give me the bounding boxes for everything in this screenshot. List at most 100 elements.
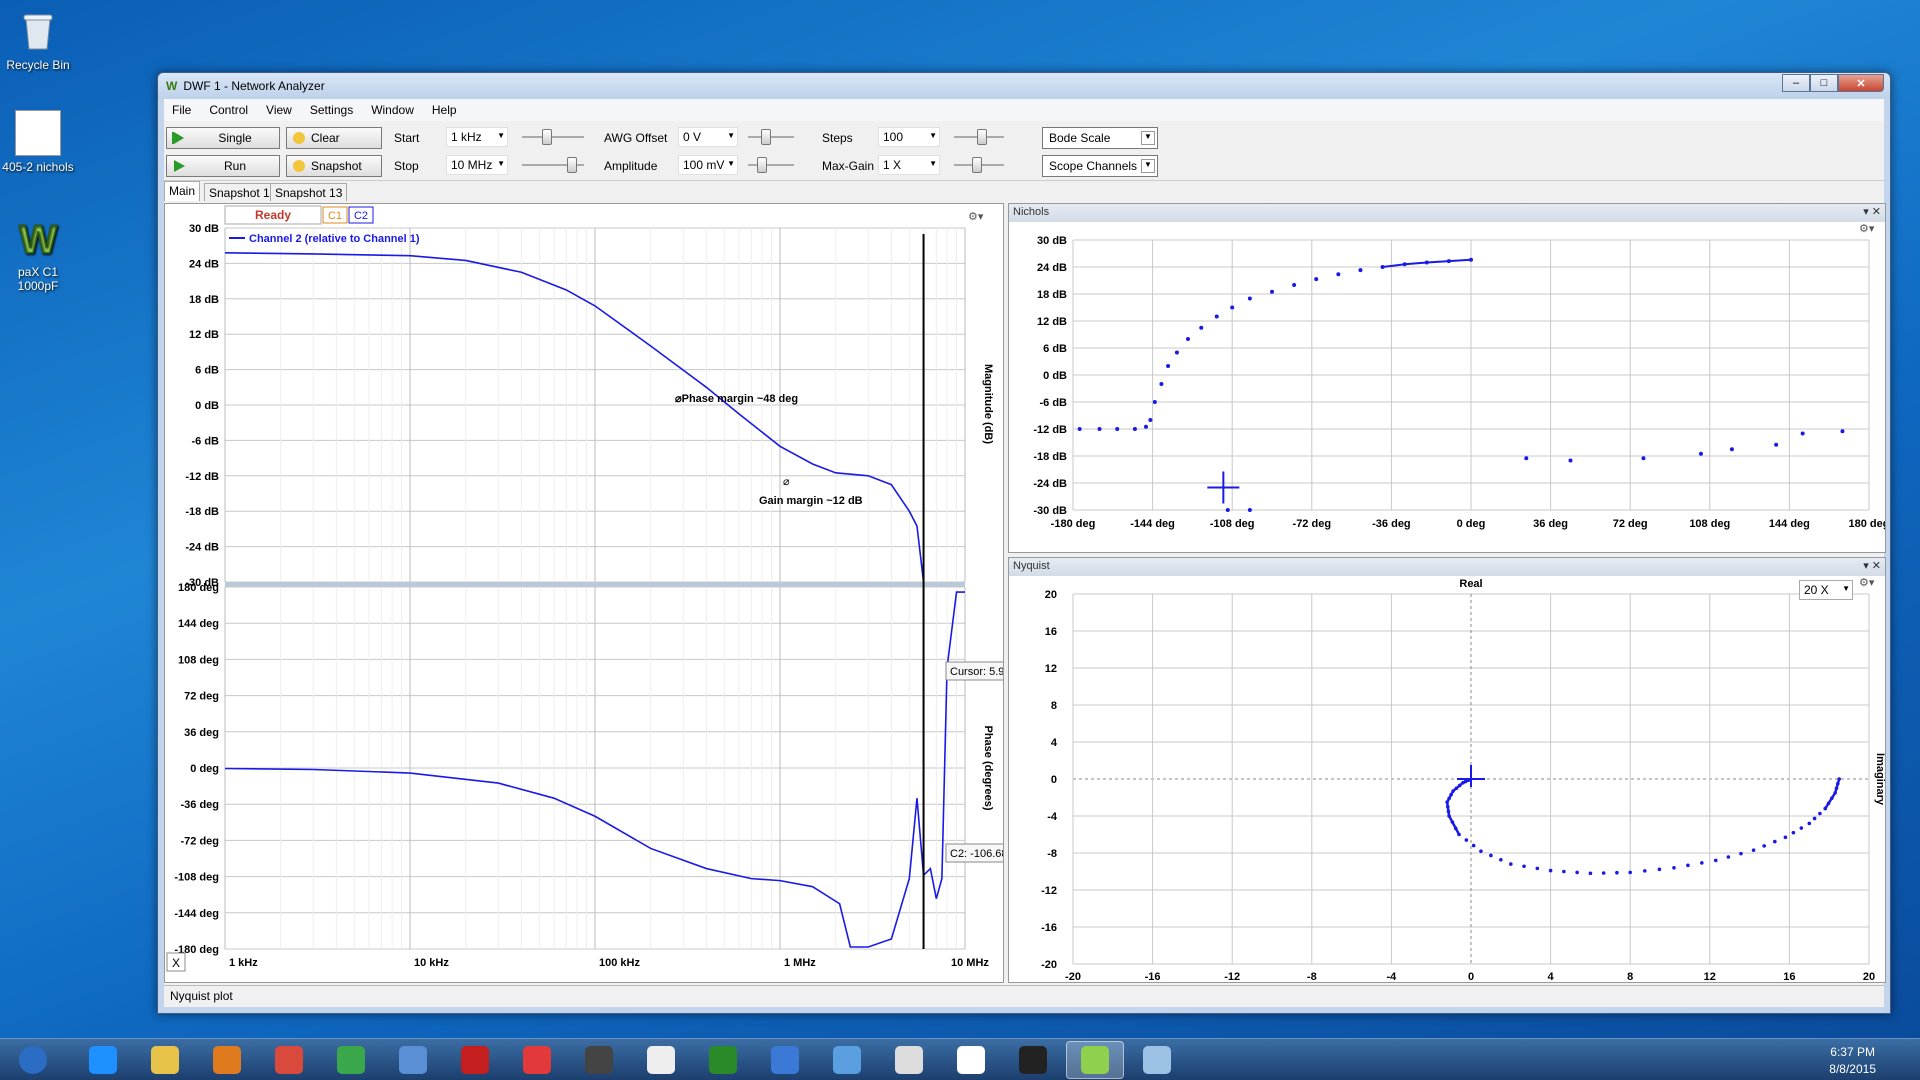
start-combo[interactable]: 1 kHz ▼ (446, 127, 508, 147)
tab-snapshot-13[interactable]: Snapshot 13 (270, 183, 348, 201)
nyquist-point (1628, 870, 1632, 875)
menu-window[interactable]: Window (371, 103, 414, 117)
taskbar-notepad[interactable] (880, 1041, 938, 1079)
close-icon[interactable]: ▾ ✕ (1863, 205, 1881, 218)
steps-combo[interactable]: 100 ▼ (878, 127, 940, 147)
toolbar: Single Run Clear Snapshot Start 1 kHz ▼ S… (164, 121, 1884, 181)
menu-control[interactable]: Control (209, 103, 248, 117)
nichols-point (1698, 451, 1703, 456)
close-button[interactable]: ✕ (1838, 74, 1884, 92)
scope-channels-dropdown[interactable]: Scope Channels ▼ (1042, 155, 1158, 177)
chevron-down-icon: ▼ (497, 131, 505, 140)
amplitude-slider[interactable] (748, 155, 794, 175)
menu-settings[interactable]: Settings (310, 103, 353, 117)
nichols-point (1174, 350, 1179, 355)
clear-button[interactable]: Clear (286, 127, 382, 149)
awg-offset-slider[interactable] (748, 127, 794, 147)
taskbar-utility[interactable] (322, 1041, 380, 1079)
stop-combo[interactable]: 10 MHz ▼ (446, 155, 508, 175)
clock[interactable]: 6:37 PM 8/8/2015 (1829, 1044, 1876, 1078)
taskbar-explorer[interactable] (136, 1041, 194, 1079)
chevron-down-icon: ▼ (929, 159, 937, 168)
nichols-point (1800, 431, 1805, 436)
steps-slider[interactable] (954, 127, 1004, 147)
amplitude-combo[interactable]: 100 mV ▼ (678, 155, 738, 175)
nyquist-x-tick: 16 (1783, 971, 1795, 982)
nyquist-x-tick: -16 (1145, 971, 1161, 982)
awg-offset-combo[interactable]: 0 V ▼ (678, 127, 738, 147)
desktop-icon-nichols[interactable]: 405-2 nichols (0, 110, 76, 174)
menu-file[interactable]: File (172, 103, 191, 117)
title-bar[interactable]: W DWF 1 - Network Analyzer ‒ □ ✕ (158, 73, 1890, 99)
taskbar-chrome[interactable] (260, 1041, 318, 1079)
nyquist-point (1601, 871, 1606, 875)
maximize-button[interactable]: □ (1810, 74, 1838, 92)
nyquist-y-tick: -16 (1041, 922, 1057, 934)
taskbar-waveforms[interactable] (1066, 1041, 1124, 1079)
bode-scale-dropdown[interactable]: Bode Scale ▼ (1042, 127, 1158, 149)
nichols-x-tick: -36 deg (1372, 518, 1411, 530)
nyquist-point (1588, 871, 1593, 876)
stop-slider[interactable] (522, 155, 584, 175)
taskbar-spreadsheet[interactable] (942, 1041, 1000, 1079)
nichols-x-tick: -72 deg (1293, 518, 1332, 530)
mag-tick-label: 6 dB (195, 365, 219, 377)
nichols-point (1774, 442, 1779, 447)
taskbar-ccleaner[interactable] (508, 1041, 566, 1079)
nyquist-point (1672, 866, 1676, 870)
nichols-point (1270, 289, 1274, 294)
nyquist-point (1751, 848, 1756, 853)
taskbar-network[interactable] (384, 1041, 442, 1079)
desktop-icon-recycle-bin[interactable]: Recycle Bin (0, 8, 76, 72)
desktop-icon-pax[interactable]: W paX C1 1000pF (0, 215, 76, 293)
taskbar-gamer[interactable] (694, 1041, 752, 1079)
maxgain-combo[interactable]: 1 X ▼ (878, 155, 940, 175)
imaginary-axis-label: Imaginary (1874, 753, 1885, 806)
nyquist-point (1657, 867, 1662, 872)
mag-tick-label: 30 dB (189, 223, 219, 235)
taskbar-prism[interactable] (632, 1041, 690, 1079)
menu-view[interactable]: View (266, 103, 292, 117)
taskbar-acrobat[interactable] (446, 1041, 504, 1079)
nyquist-zoom-combo[interactable]: 20 X ▼ (1799, 580, 1853, 600)
taskbar-ie[interactable] (74, 1041, 132, 1079)
status-text: Ready (255, 208, 291, 222)
menu-help[interactable]: Help (432, 103, 457, 117)
nyquist-point (1686, 863, 1690, 868)
notepad-icon (895, 1046, 923, 1074)
taskbar-scope[interactable] (1004, 1041, 1062, 1079)
desktop-icon-label: Recycle Bin (6, 58, 70, 72)
nyquist-point (1562, 869, 1566, 874)
nichols-point (1230, 305, 1235, 310)
taskbar-globe[interactable] (818, 1041, 876, 1079)
mag-tick-label: 24 dB (189, 258, 219, 270)
play-icon (174, 160, 185, 172)
nichols-header: Nichols ▾ ✕ (1009, 204, 1885, 222)
nyquist-panel: Nyquist ▾ ✕ 20 16 12 8 4 0 -4 -8 -12 -16 -20 -20 -16 -… (1008, 557, 1886, 983)
taskbar-rapid[interactable] (756, 1041, 814, 1079)
run-button[interactable]: Run (166, 155, 280, 177)
taskbar-media-player[interactable] (198, 1041, 256, 1079)
recycle-bin-icon (15, 8, 61, 54)
nichols-point (1292, 283, 1297, 287)
cursor-tooltip-text: Cursor: 5.97 MHz (950, 666, 1003, 678)
nichols-plot: 30 dB 24 dB 18 dB 12 dB 6 dB 0 dB -6 dB -12 dB -… (1033, 223, 1885, 530)
taskbar-steps[interactable] (570, 1041, 628, 1079)
clock-date: 8/8/2015 (1829, 1062, 1876, 1076)
tab-main[interactable]: Main (164, 181, 201, 201)
maxgain-slider[interactable] (954, 155, 1004, 175)
nichols-y-tick: -24 dB (1033, 478, 1067, 490)
nyquist-point (1700, 861, 1704, 865)
nyquist-point (1489, 853, 1493, 858)
minimize-button[interactable]: ‒ (1782, 74, 1810, 92)
start-slider[interactable] (522, 127, 584, 147)
single-button[interactable]: Single (166, 127, 280, 149)
phase-tick-label: -144 deg (174, 908, 219, 920)
snapshot-button[interactable]: Snapshot (286, 155, 382, 177)
close-icon[interactable]: ▾ ✕ (1863, 559, 1881, 572)
taskbar-start-orb[interactable] (4, 1041, 62, 1079)
chevron-down-icon: ▼ (1141, 131, 1155, 145)
tab-snapshot-1[interactable]: Snapshot 1 (204, 183, 275, 201)
taskbar-window[interactable] (1128, 1041, 1186, 1079)
nyquist-trace (1445, 777, 1472, 836)
